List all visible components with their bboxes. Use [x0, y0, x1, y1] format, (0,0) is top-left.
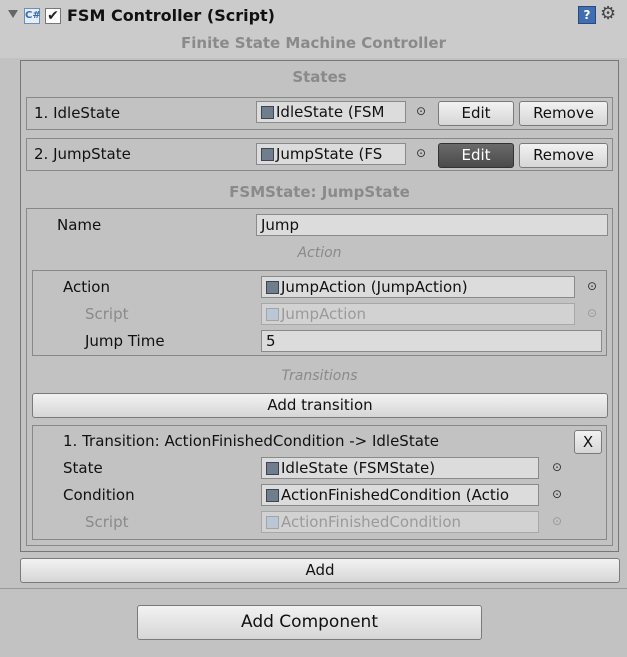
- add-component-button[interactable]: Add Component: [137, 605, 482, 640]
- state-object-field-1[interactable]: IdleState (FSM: [256, 101, 406, 123]
- state-object-field-2[interactable]: JumpState (FS: [256, 143, 406, 165]
- condition-label: Condition: [63, 486, 135, 504]
- add-transition-button[interactable]: Add transition: [32, 393, 608, 418]
- jumpaction-icon: [266, 281, 279, 294]
- action-script-field: JumpAction: [261, 303, 575, 325]
- action-header: Action: [297, 245, 342, 261]
- enabled-checkbox[interactable]: ✔: [45, 8, 61, 24]
- object-picker-icon[interactable]: ⊙: [552, 460, 562, 474]
- action-script-label: Script: [85, 305, 129, 323]
- object-picker-icon[interactable]: ⊙: [416, 104, 426, 118]
- component-title: FSM Controller (Script): [67, 6, 275, 25]
- remove-transition-button[interactable]: X: [574, 430, 602, 454]
- state-detail-header: FSMState: JumpState: [229, 183, 410, 201]
- jump-time-label: Jump Time: [85, 332, 165, 350]
- transition-state-value: IdleState (FSMState): [281, 459, 436, 477]
- component-subtitle: Finite State Machine Controller: [181, 34, 446, 52]
- action-label: Action: [63, 278, 110, 296]
- state-label-1: 1. IdleState: [34, 104, 121, 122]
- object-picker-icon: ⊙: [552, 514, 563, 528]
- transitions-header: Transitions: [281, 368, 358, 384]
- state-object-value-2: JumpState (FS: [276, 145, 383, 163]
- add-state-button[interactable]: Add: [20, 558, 620, 583]
- divider: [0, 588, 627, 589]
- condition-script-field: ActionFinishedCondition: [261, 511, 539, 533]
- state-label-2: 2. JumpState: [34, 145, 131, 163]
- states-header: States: [292, 68, 347, 86]
- help-icon[interactable]: ?: [578, 6, 596, 24]
- fsmstate-icon: [266, 462, 279, 475]
- action-object-field[interactable]: JumpAction (JumpAction): [261, 276, 575, 298]
- action-object-value: JumpAction (JumpAction): [281, 278, 468, 296]
- condition-icon: [266, 489, 279, 502]
- remove-button-1[interactable]: Remove: [519, 101, 608, 126]
- action-script-value: JumpAction: [281, 305, 367, 323]
- name-input[interactable]: Jump: [256, 214, 608, 236]
- remove-button-2[interactable]: Remove: [519, 143, 608, 168]
- csharp-script-icon: C#: [24, 8, 41, 24]
- transition-state-field[interactable]: IdleState (FSMState): [261, 457, 539, 479]
- object-picker-icon[interactable]: ⊙: [416, 146, 426, 160]
- state-object-value-1: IdleState (FSM: [276, 103, 385, 121]
- edit-button-2[interactable]: Edit: [438, 143, 514, 168]
- foldout-arrow-icon[interactable]: [8, 10, 18, 18]
- edit-button-1[interactable]: Edit: [438, 101, 514, 126]
- condition-script-label: Script: [85, 513, 129, 531]
- script-file-icon: [266, 308, 279, 321]
- name-label: Name: [57, 216, 102, 234]
- object-picker-icon[interactable]: ⊙: [587, 279, 597, 293]
- fsmstate-icon: [261, 106, 274, 119]
- object-picker-icon: ⊙: [587, 306, 598, 320]
- object-picker-icon[interactable]: ⊙: [552, 487, 562, 501]
- condition-value: ActionFinishedCondition (Actio: [281, 486, 510, 504]
- jump-time-input[interactable]: 5: [261, 330, 602, 352]
- transition-title: 1. Transition: ActionFinishedCondition -…: [63, 432, 440, 450]
- fsmstate-icon: [261, 148, 274, 161]
- condition-script-value: ActionFinishedCondition: [281, 513, 462, 531]
- script-file-icon: [266, 516, 279, 529]
- gear-icon[interactable]: ⚙: [600, 3, 616, 24]
- condition-field[interactable]: ActionFinishedCondition (Actio: [261, 484, 539, 506]
- transition-state-label: State: [63, 459, 103, 477]
